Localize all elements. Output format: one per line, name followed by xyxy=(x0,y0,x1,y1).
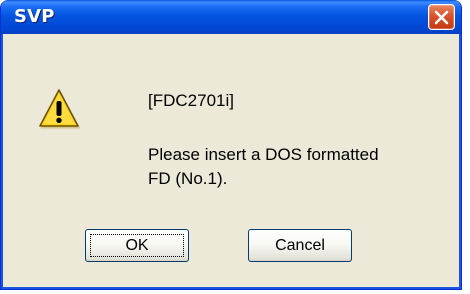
window-title: SVP xyxy=(14,6,55,27)
ok-button[interactable]: OK xyxy=(85,229,189,262)
focus-rectangle xyxy=(90,234,184,257)
cancel-button[interactable]: Cancel xyxy=(248,229,352,262)
message-text-line-1: Please insert a DOS formatted xyxy=(148,145,379,164)
title-bar[interactable]: SVP xyxy=(1,0,461,34)
cancel-button-label: Cancel xyxy=(275,236,325,254)
message-code: [FDC2701i] xyxy=(148,91,234,110)
close-button[interactable] xyxy=(428,4,455,30)
warning-icon xyxy=(36,87,82,131)
close-icon xyxy=(434,10,449,24)
message-text-line-2: FD (No.1). xyxy=(148,169,228,188)
message-dialog: SVP [FDC2701i] Please insert a DOS forma… xyxy=(0,0,462,290)
